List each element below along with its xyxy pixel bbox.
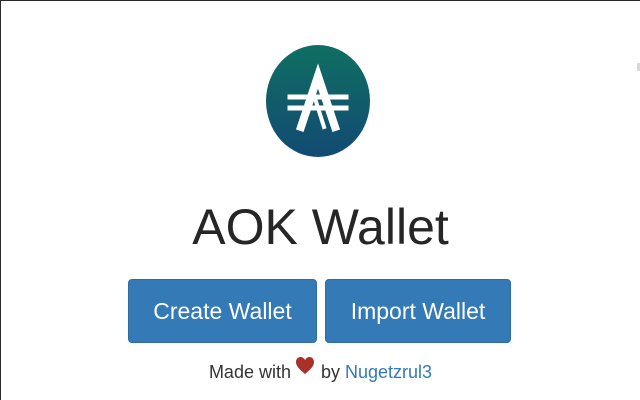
app-title: AOK Wallet: [192, 199, 449, 255]
wallet-popup: AOK Wallet Create Wallet Import Wallet M…: [0, 0, 640, 400]
footer-credit: Made with by Nugetzrul3: [1, 357, 640, 388]
create-wallet-button[interactable]: Create Wallet: [128, 279, 317, 343]
heart-icon: [295, 355, 315, 385]
aok-logo-icon: [266, 45, 370, 157]
import-wallet-button[interactable]: Import Wallet: [325, 279, 511, 343]
author-link[interactable]: Nugetzrul3: [345, 362, 432, 382]
by-text: by: [320, 362, 340, 382]
made-with-text: Made with: [208, 362, 291, 382]
